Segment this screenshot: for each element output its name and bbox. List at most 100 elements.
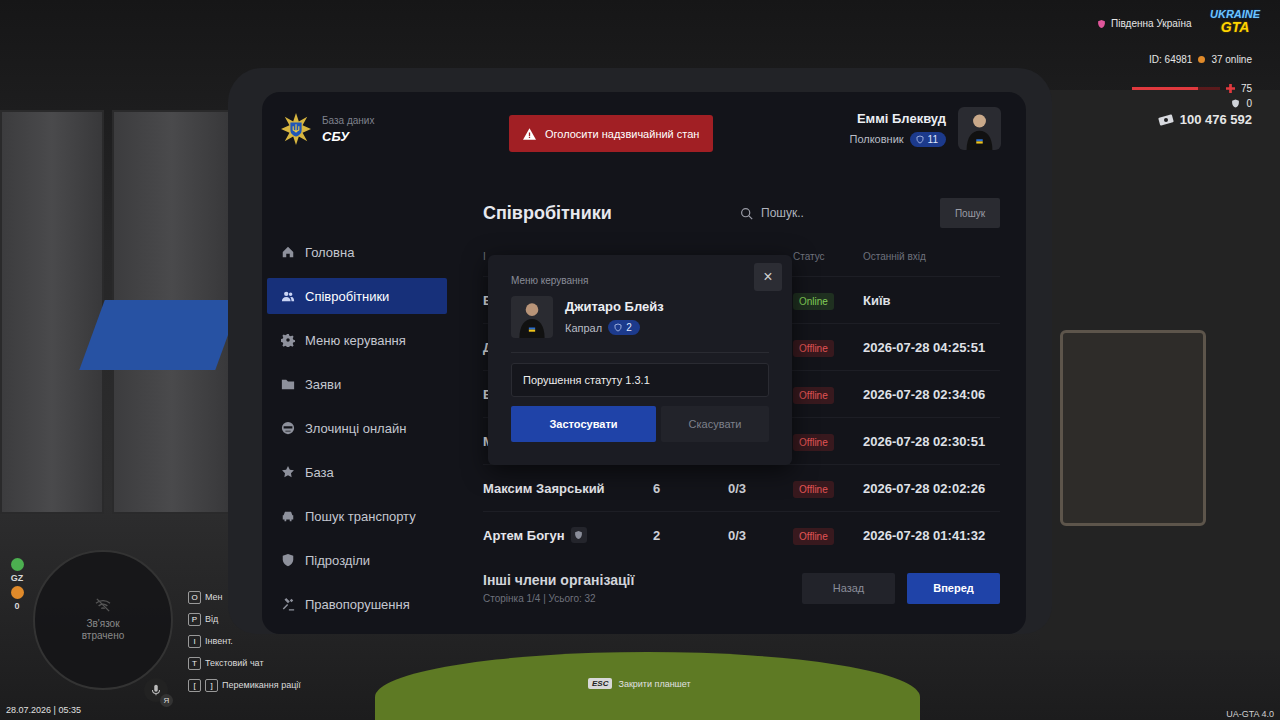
- scene-locker: [0, 110, 104, 514]
- shield-icon: [1097, 19, 1106, 29]
- tablet-screen: База данихСБУОголосити надзвичайний стан…: [262, 92, 1026, 634]
- column-header: Останній вхід: [863, 251, 1000, 262]
- armor-shield-icon: [1231, 99, 1240, 108]
- next-button[interactable]: Вперед: [907, 573, 1000, 604]
- table-row[interactable]: Максим Заярський60/3Offline2026-07-28 02…: [483, 464, 1000, 511]
- no-signal-icon: [94, 598, 112, 612]
- emergency-button[interactable]: Оголосити надзвичайний стан: [509, 115, 713, 152]
- header: База данихСБУОголосити надзвичайний стан…: [262, 92, 1026, 198]
- status-badge: Offline: [793, 481, 834, 498]
- column-header: Статус: [793, 251, 863, 262]
- key-cap: I: [188, 635, 201, 648]
- armor-row: 0: [1231, 97, 1252, 110]
- employee-card: Джитаро БлейзКапрал2: [511, 296, 769, 338]
- sidebar-item[interactable]: Злочинці онлайн: [267, 410, 447, 446]
- minimap: Зв'язок втрачено: [33, 550, 173, 690]
- criminal-icon: [281, 421, 295, 435]
- rank-badge: 11: [910, 132, 946, 147]
- server-region: Південна Україна: [1097, 18, 1192, 29]
- employees-panel: СпівробітникиПошукІСтатусОстанній вхідЕO…: [483, 198, 1000, 634]
- warning-icon: [523, 128, 536, 140]
- status-badge: Offline: [793, 340, 834, 357]
- player-id: ID: 6498137 online: [1149, 53, 1252, 66]
- server-logo: UKRAINEGTA: [1210, 9, 1260, 34]
- employee-avatar: [511, 296, 553, 338]
- tablet: База данихСБУОголосити надзвичайний стан…: [228, 68, 1052, 634]
- status-dot-icon: [11, 558, 24, 571]
- prev-button[interactable]: Назад: [802, 573, 895, 604]
- status-indicators: GZ 0: [8, 558, 26, 611]
- keybind: TТекстовий чат: [188, 654, 301, 672]
- keybind: []Перемикання рації: [188, 676, 301, 694]
- status-indicator: 0: [11, 586, 24, 611]
- page-title: Співробітники: [483, 203, 612, 224]
- control-modal: Меню керування× Джитаро БлейзКапрал2 Засто…: [488, 255, 792, 465]
- table-row[interactable]: Артем Богун20/3Offline2026-07-28 01:41:3…: [483, 511, 1000, 558]
- key-cap: ESC: [588, 678, 612, 689]
- star-icon: [281, 465, 295, 479]
- player-stats: ID: 6498137 online 75 0 100 476 592: [1132, 53, 1252, 127]
- home-icon: [281, 245, 295, 259]
- sidebar: Головна Співробітники Меню керування Заяви З…: [267, 198, 447, 634]
- gavel-icon: [281, 597, 295, 611]
- cancel-button[interactable]: Скасувати: [661, 406, 769, 442]
- badge-icon: [571, 527, 587, 543]
- shield-icon: [916, 135, 924, 144]
- status-badge: Offline: [793, 434, 834, 451]
- key-cap: O: [188, 591, 201, 604]
- key-cap: ]: [205, 679, 218, 692]
- status-indicator: GZ: [11, 558, 24, 583]
- status-dot-icon: [11, 586, 24, 599]
- sidebar-item[interactable]: Підрозділи: [267, 542, 447, 578]
- user-avatar: [958, 107, 1001, 150]
- search-icon: [740, 207, 753, 220]
- scene-chair: [1060, 330, 1206, 526]
- sbu-emblem-icon: [281, 113, 311, 145]
- key-cap: T: [188, 657, 201, 670]
- tablet-body: Головна Співробітники Меню керування Заяви З…: [262, 198, 1026, 634]
- people-icon: [281, 289, 295, 303]
- search-input[interactable]: [759, 205, 930, 221]
- sidebar-item[interactable]: Головна: [267, 234, 447, 270]
- person-icon: [958, 107, 1001, 150]
- close-button[interactable]: ×: [754, 263, 782, 291]
- shield-icon: [614, 323, 622, 332]
- sidebar-item[interactable]: Правопорушення: [267, 586, 447, 622]
- voice-badge: Я: [160, 694, 173, 707]
- pagination: Інші члени організаціїСторінка 1/4 | Усь…: [483, 572, 1000, 604]
- status-badge: Offline: [793, 387, 834, 404]
- sidebar-item[interactable]: Заяви: [267, 366, 447, 402]
- reason-input[interactable]: [511, 363, 769, 397]
- health-row: 75: [1132, 82, 1252, 95]
- scene-clothes: [79, 300, 240, 370]
- apply-button[interactable]: Застосувати: [511, 406, 656, 442]
- date-time: 28.07.2026 | 05:35: [6, 705, 81, 715]
- user-profile: Еммі БлеквудПолковник11: [849, 107, 1001, 150]
- money-row: 100 476 592: [1158, 112, 1252, 127]
- modal-title: Меню керування: [511, 275, 769, 286]
- sidebar-item[interactable]: Співробітники: [267, 278, 447, 314]
- folder-icon: [281, 377, 295, 391]
- sidebar-item[interactable]: Пошук транспорту: [267, 498, 447, 534]
- sidebar-item[interactable]: База: [267, 454, 447, 490]
- version-label: UA-GTA 4.0: [1226, 709, 1274, 719]
- close-hint: ESCЗакрити планшет: [588, 678, 691, 689]
- status-badge: Online: [793, 293, 834, 310]
- rank-badge: 2: [608, 320, 640, 335]
- gear-icon: [281, 333, 295, 347]
- search-button[interactable]: Пошук: [940, 198, 1000, 228]
- shield-icon: [281, 553, 295, 567]
- brand: База данихСБУ: [281, 113, 509, 145]
- key-cap: [: [188, 679, 201, 692]
- keybind: IІнвент.: [188, 632, 301, 650]
- health-bar: [1132, 87, 1220, 90]
- money-icon: [1158, 114, 1174, 126]
- sidebar-item[interactable]: Меню керування: [267, 322, 447, 358]
- key-cap: P: [188, 613, 201, 626]
- microphone-icon: [149, 683, 163, 697]
- search-field[interactable]: [740, 198, 930, 228]
- online-dot-icon: [1198, 56, 1205, 63]
- car-icon: [281, 509, 295, 523]
- game-screen: Південна Україна UKRAINEGTA ID: 6498137 on…: [0, 0, 1280, 720]
- status-badge: Offline: [793, 528, 834, 545]
